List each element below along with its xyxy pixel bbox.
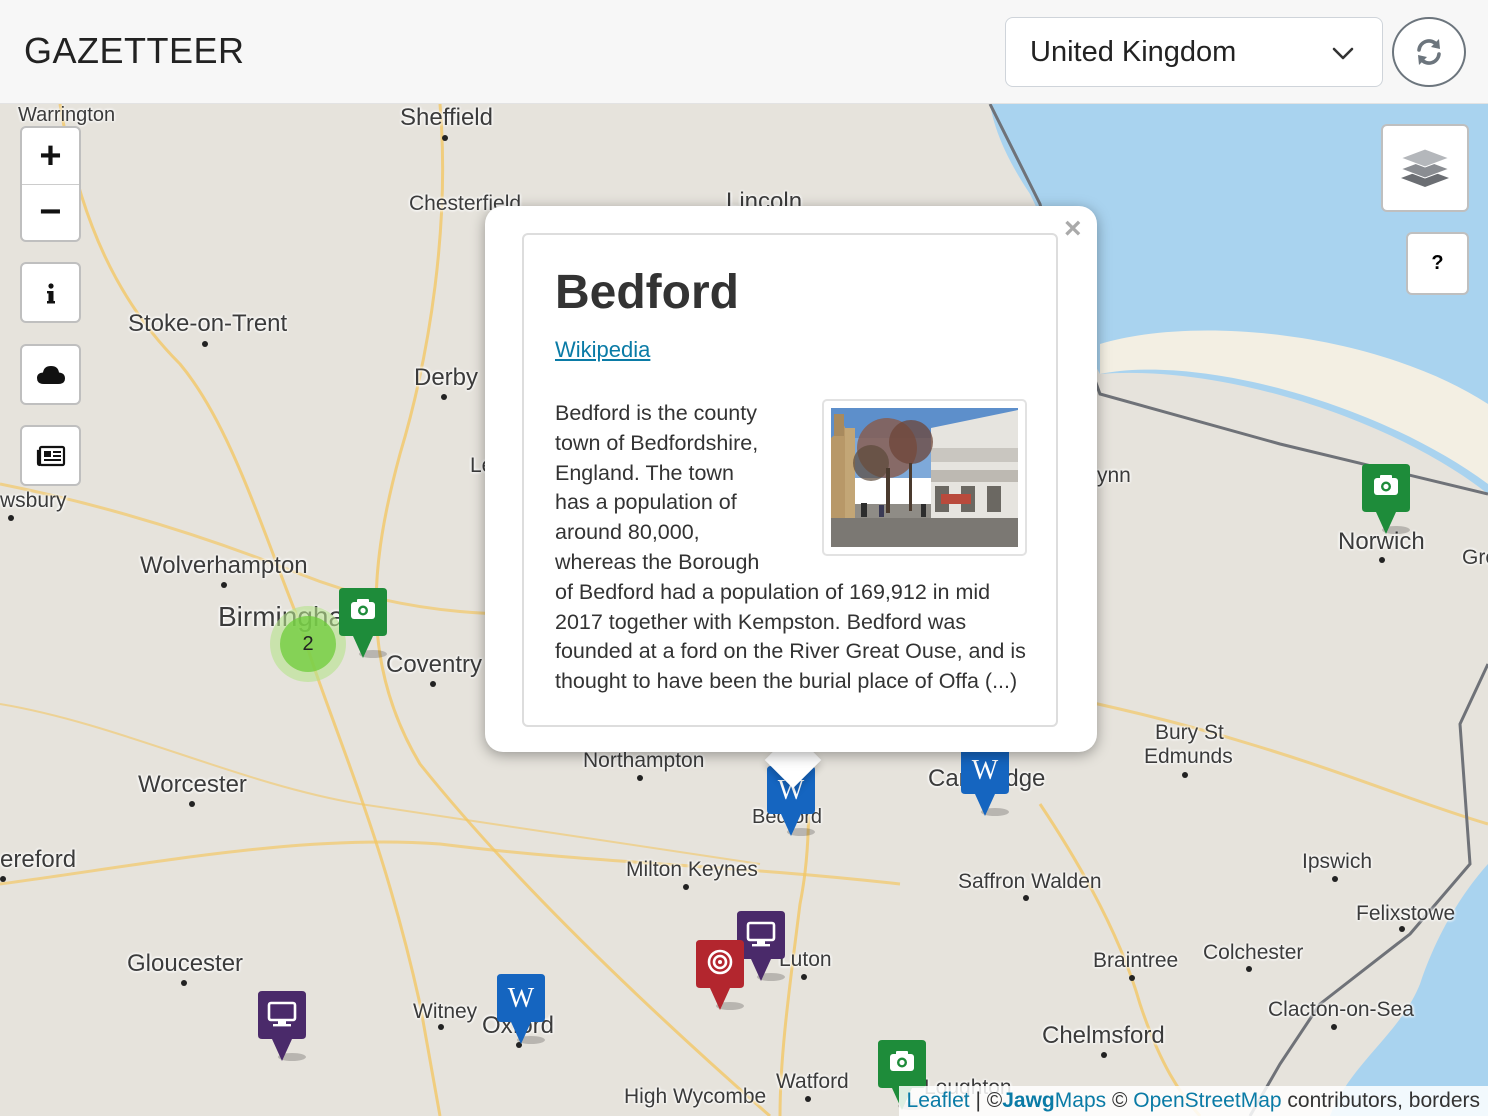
city-dot xyxy=(1399,926,1405,932)
city-dot xyxy=(1332,876,1338,882)
weather-button[interactable] xyxy=(20,344,81,405)
city-label: Coventry xyxy=(386,651,483,678)
city-dot xyxy=(202,341,208,347)
attribution-separator: | xyxy=(975,1089,981,1112)
cloud-icon xyxy=(36,365,65,384)
leaflet-link[interactable]: Leaflet xyxy=(907,1089,970,1112)
city-dot xyxy=(430,681,436,687)
city-label: Clacton-on-Sea xyxy=(1268,998,1414,1021)
city-label: Saffron Walden xyxy=(958,870,1102,893)
city-dot xyxy=(801,974,807,980)
layers-icon xyxy=(1399,148,1451,187)
city-label: Colchester xyxy=(1203,941,1304,964)
zoom-in-button[interactable]: + xyxy=(22,128,79,184)
app-header: GAZETTEER United Kingdom xyxy=(0,0,1488,104)
city-label: Bury St xyxy=(1155,721,1224,744)
city-dot xyxy=(181,980,187,986)
photo-marker[interactable] xyxy=(1360,462,1412,534)
city-dot xyxy=(189,801,195,807)
city-dot xyxy=(1331,1024,1337,1030)
city-dot xyxy=(221,582,227,588)
photo-marker[interactable] xyxy=(337,586,389,658)
city-dot xyxy=(805,1096,811,1102)
city-label: ynn xyxy=(1097,464,1131,487)
svg-text:W: W xyxy=(972,755,999,786)
city-dot xyxy=(637,775,643,781)
chevron-down-icon xyxy=(1332,47,1354,60)
popup-card: Bedford Wikipedia Bedford is the county … xyxy=(522,233,1058,727)
city-label: wsbury xyxy=(0,489,67,512)
marker-cluster[interactable]: 2 xyxy=(270,606,346,682)
popup-title: Bedford xyxy=(555,266,739,319)
info-icon xyxy=(46,282,55,303)
city-label: Stoke-on-Trent xyxy=(128,310,288,337)
zoom-control: + − xyxy=(20,126,81,242)
city-label: ereford xyxy=(0,846,77,873)
city-label: Ipswich xyxy=(1302,850,1373,873)
city-popup: Bedford Wikipedia Bedford is the county … xyxy=(485,206,1097,752)
webcam-marker[interactable] xyxy=(256,989,308,1061)
layers-control[interactable] xyxy=(1381,124,1469,212)
city-label: Worcester xyxy=(138,771,247,798)
city-dot xyxy=(683,884,689,890)
refresh-icon xyxy=(1417,39,1441,65)
newspaper-icon xyxy=(36,445,65,466)
city-label: Edmunds xyxy=(1144,745,1233,768)
jawg-link-bold[interactable]: Jawg xyxy=(1002,1089,1055,1112)
city-label: Milton Keynes xyxy=(626,858,758,881)
app-brand: GAZETTEER xyxy=(24,30,245,71)
country-select-value: United Kingdom xyxy=(1030,36,1237,68)
attribution-text: contributors, borders xyxy=(1287,1089,1480,1112)
city-dot xyxy=(1182,772,1188,778)
news-button[interactable] xyxy=(20,425,81,486)
wiki-marker[interactable]: W xyxy=(959,744,1011,816)
svg-text:W: W xyxy=(508,983,535,1014)
city-label: Derby xyxy=(414,364,479,391)
city-label: Gre xyxy=(1462,546,1488,569)
city-dot xyxy=(0,876,6,882)
float-spacer xyxy=(768,399,1035,575)
city-dot xyxy=(1379,557,1385,563)
city-dot xyxy=(1101,1052,1107,1058)
city-label: Braintree xyxy=(1093,949,1179,972)
city-label: Watford xyxy=(776,1070,849,1093)
city-label: Wolverhampton xyxy=(140,552,308,579)
city-dot xyxy=(8,515,14,521)
city-dot xyxy=(1023,895,1029,901)
info-button[interactable] xyxy=(20,262,81,323)
wikipedia-link[interactable]: Wikipedia xyxy=(555,337,650,363)
jawg-link[interactable]: Maps xyxy=(1055,1089,1106,1112)
refresh-button[interactable] xyxy=(1392,17,1466,87)
city-label: Felixstowe xyxy=(1356,902,1456,925)
city-label: Gloucester xyxy=(127,950,244,977)
map-attribution: Leaflet | ©JawgMaps © OpenStreetMap cont… xyxy=(898,1086,1488,1116)
zoom-out-button[interactable]: − xyxy=(22,184,79,240)
attribution-copyright: © xyxy=(1111,1089,1128,1112)
city-label: Witney xyxy=(413,1000,478,1023)
city-label: Northampton xyxy=(583,749,705,772)
city-label: Chelmsford xyxy=(1042,1022,1165,1049)
attribution-copyright: © xyxy=(986,1089,1003,1112)
help-button[interactable]: ? xyxy=(1406,232,1469,295)
city-label: Sheffield xyxy=(400,104,493,131)
city-dot xyxy=(442,135,448,141)
city-dot xyxy=(1129,975,1135,981)
city-dot xyxy=(441,394,447,400)
popup-summary: Bedford is the county town of Bedfordshi… xyxy=(555,399,1035,697)
city-label: Warrington xyxy=(18,104,116,126)
osm-link[interactable]: OpenStreetMap xyxy=(1133,1089,1281,1112)
wiki-marker[interactable]: W xyxy=(495,972,547,1044)
poi-marker[interactable] xyxy=(694,938,746,1010)
country-select[interactable]: United Kingdom xyxy=(1005,17,1383,87)
city-dot xyxy=(1246,966,1252,972)
popup-close-button[interactable]: × xyxy=(1064,212,1082,246)
map[interactable]: Warrington Sheffield Chesterfield Lincol… xyxy=(0,104,1488,1116)
city-dot xyxy=(438,1024,444,1030)
cluster-count: 2 xyxy=(280,616,336,672)
city-label: High Wycombe xyxy=(624,1085,767,1108)
